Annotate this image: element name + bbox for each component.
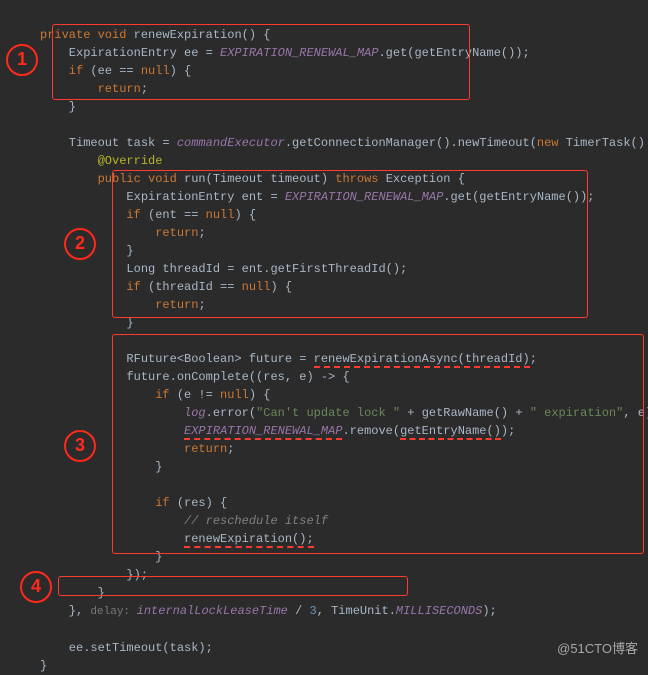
t: } <box>40 550 162 564</box>
t: return <box>40 226 198 240</box>
t: null <box>141 64 170 78</box>
t: return <box>40 298 198 312</box>
t: renewExpiration <box>134 28 242 42</box>
t: if <box>40 388 177 402</box>
t: , e); <box>623 406 648 420</box>
t: } <box>40 460 162 474</box>
t: }, <box>40 604 90 618</box>
t: } <box>40 100 76 114</box>
t: , TimeUnit. <box>317 604 396 618</box>
t: (threadId == <box>148 280 242 294</box>
t <box>40 406 184 420</box>
t: (res) { <box>177 496 227 510</box>
t: null <box>206 208 235 222</box>
t: RFuture<Boolean> future = <box>40 352 314 366</box>
t: .getConnectionManager().newTimeout( <box>285 136 537 150</box>
badge-3: 3 <box>64 430 96 462</box>
t: if <box>40 280 148 294</box>
t: .error( <box>206 406 256 420</box>
t: if <box>40 496 177 510</box>
t: + getRawName() + <box>400 406 530 420</box>
t: }); <box>40 568 148 582</box>
t: // reschedule itself <box>40 514 328 528</box>
t: ); <box>482 604 496 618</box>
t: commandExecutor <box>177 136 285 150</box>
t: Exception { <box>386 172 465 186</box>
t: if <box>40 64 90 78</box>
t: future.onComplete((res, e) -> { <box>40 370 350 384</box>
t: TimerTask() { <box>566 136 648 150</box>
badge-1: 1 <box>6 44 38 76</box>
code-block: private void renewExpiration() { Expirat… <box>0 0 648 675</box>
underline: EXPIRATION_RENEWAL_MAP <box>184 424 342 440</box>
t <box>40 532 184 546</box>
t: EXPIRATION_RENEWAL_MAP <box>220 46 378 60</box>
underline: renewExpirationAsync(threadId) <box>314 352 530 368</box>
t: ; <box>227 442 234 456</box>
t: private void <box>40 28 134 42</box>
t: (ent == <box>148 208 206 222</box>
t: new <box>537 136 566 150</box>
t: internalLockLeaseTime <box>137 604 288 618</box>
t: EXPIRATION_RENEWAL_MAP <box>285 190 443 204</box>
t: @Override <box>40 154 162 168</box>
t: if <box>40 208 148 222</box>
t: ) { <box>270 280 292 294</box>
badge-2: 2 <box>64 228 96 260</box>
t: (ee == <box>90 64 140 78</box>
t: .get(getEntryName()); <box>378 46 529 60</box>
t <box>40 424 184 438</box>
t: " expiration" <box>530 406 624 420</box>
t: Timeout task = <box>40 136 177 150</box>
t: ; <box>198 226 205 240</box>
badge-4: 4 <box>20 571 52 603</box>
t: .get(getEntryName()); <box>443 190 594 204</box>
t: "Can't update lock " <box>256 406 400 420</box>
t: (e != <box>177 388 220 402</box>
t: null <box>242 280 271 294</box>
t: ; <box>141 82 148 96</box>
t: ; <box>530 352 537 366</box>
t: MILLISECONDS <box>396 604 482 618</box>
t: log <box>184 406 206 420</box>
param-hint: delay: <box>90 606 136 618</box>
t: ) { <box>234 208 256 222</box>
t: ); <box>501 424 515 438</box>
t: Long threadId = ent.getFirstThreadId(); <box>40 262 407 276</box>
t: } <box>40 316 134 330</box>
t: ; <box>198 298 205 312</box>
t: run <box>184 172 206 186</box>
underline: renewExpiration(); <box>184 532 314 548</box>
t: return <box>40 82 141 96</box>
t: (Timeout timeout) <box>206 172 336 186</box>
t: throws <box>335 172 385 186</box>
t: / <box>288 604 310 618</box>
t: ExpirationEntry ent = <box>40 190 285 204</box>
watermark: @51CTO博客 <box>557 639 638 659</box>
t: ExpirationEntry ee = <box>40 46 220 60</box>
t: null <box>220 388 249 402</box>
t: 3 <box>309 604 316 618</box>
t: public void <box>40 172 184 186</box>
t: ee.setTimeout(task); <box>40 641 213 655</box>
underline: getEntryName() <box>400 424 501 440</box>
t: () { <box>242 28 271 42</box>
t: ) { <box>249 388 271 402</box>
t: ) { <box>170 64 192 78</box>
t: .remove( <box>342 424 400 438</box>
